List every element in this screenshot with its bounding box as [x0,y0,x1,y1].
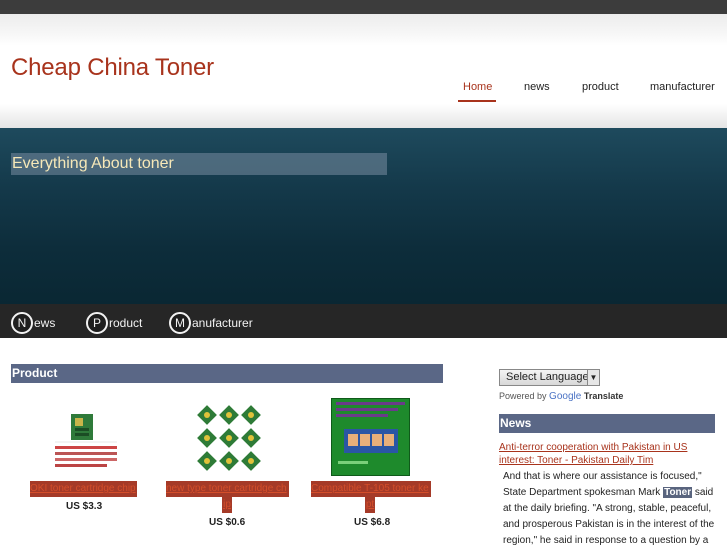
top-bar [0,0,727,14]
iconbar-news-label: ews [34,316,56,330]
product-heading: Product [11,364,443,383]
iconbar-product-label: roduct [109,316,143,330]
language-select[interactable]: Select Language ▼ [499,369,600,386]
product-1-image[interactable] [53,412,119,474]
nav-news[interactable]: news [524,81,550,93]
language-select-label: Select Language [506,371,589,383]
product-circle-icon: P [86,312,108,334]
product-3-name[interactable]: Compatible T-105 toner ke [311,481,431,497]
product-1-name[interactable]: OKI toner cartridge chip [30,481,137,497]
iconbar-manufacturer[interactable]: M anufacturer [169,312,253,334]
icon-bar: N ews P roduct M anufacturer [0,304,727,338]
product-3-image[interactable] [331,398,410,476]
powered-by-google-translate[interactable]: Powered by Google Translate [499,391,623,402]
nav-home[interactable]: Home [463,81,492,93]
chevron-down-icon: ▼ [587,370,599,385]
product-2-name-wrap[interactable]: ip [222,497,232,513]
toner-kit-box-icon [332,399,409,475]
manufacturer-circle-icon: M [169,312,191,334]
chip-grid-icon [197,405,261,471]
product-2-price: US $0.6 [209,517,246,528]
hero-banner: Everything About toner [0,128,727,304]
news-body-text: And that is where our assistance is focu… [503,469,719,545]
news-heading: News [499,414,715,433]
product-2-name[interactable]: new type toner cartridge ch [166,481,289,497]
toner-chip-icon [55,414,117,467]
product-3-price: US $6.8 [354,517,391,528]
nav-product[interactable]: product [582,81,619,93]
product-3-name-wrap[interactable]: pt [365,497,375,513]
google-logo-icon: Google [549,391,582,402]
product-1-price: US $3.3 [66,501,103,512]
site-header: Cheap China Toner Home news product manu… [0,14,727,128]
translate-label: Translate [583,391,624,401]
news-headline-link[interactable]: Anti-terror cooperation with Pakistan in… [499,441,721,467]
product-2-image[interactable] [196,404,264,474]
iconbar-manufacturer-label: anufacturer [192,316,253,330]
iconbar-news[interactable]: N ews [11,312,55,334]
nav-active-indicator [458,100,496,102]
news-circle-icon: N [11,312,33,334]
iconbar-product[interactable]: P roduct [86,312,142,334]
news-body-highlight: Toner [663,487,693,498]
site-title[interactable]: Cheap China Toner [11,54,214,82]
powered-by-label: Powered by [499,391,547,401]
banner-tagline: Everything About toner [11,153,387,175]
nav-manufacturer[interactable]: manufacturer [650,81,715,93]
